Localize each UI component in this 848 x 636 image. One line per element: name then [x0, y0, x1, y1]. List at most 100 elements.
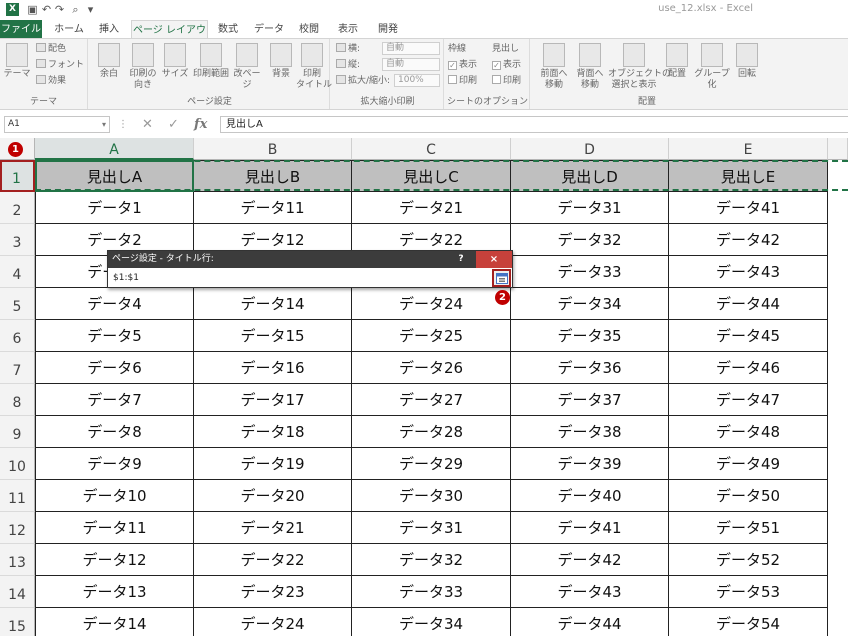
fonts-button[interactable]: フォント — [36, 59, 84, 71]
cell-d13[interactable]: データ42 — [511, 544, 669, 576]
cell-c10[interactable]: データ29 — [352, 448, 511, 480]
cell-e8[interactable]: データ47 — [669, 384, 828, 416]
row-header-10[interactable]: 10 — [0, 448, 35, 480]
column-header-f[interactable] — [828, 138, 848, 160]
cell-a2[interactable]: データ1 — [35, 192, 194, 224]
column-header-b[interactable]: B — [194, 138, 352, 160]
row-header-5[interactable]: 5 — [0, 288, 35, 320]
tab-view[interactable]: 表示 — [332, 20, 364, 39]
formula-input[interactable]: 見出しA — [220, 116, 848, 133]
row-header-2[interactable]: 2 — [0, 192, 35, 224]
tab-formulas[interactable]: 数式 — [212, 20, 244, 39]
undo-icon[interactable]: ↶ — [40, 3, 53, 16]
column-header-d[interactable]: D — [511, 138, 669, 160]
orientation-button[interactable]: 印刷の 向き — [126, 43, 160, 91]
cell-e15[interactable]: データ54 — [669, 608, 828, 636]
cell-c7[interactable]: データ26 — [352, 352, 511, 384]
cell-d8[interactable]: データ37 — [511, 384, 669, 416]
cell-d15[interactable]: データ44 — [511, 608, 669, 636]
dialog-close-button[interactable]: × — [476, 251, 512, 268]
headings-view-checkbox[interactable]: ✓ 表示 — [492, 59, 521, 71]
header-cell-b[interactable]: 見出しB — [194, 160, 352, 192]
cell-c9[interactable]: データ28 — [352, 416, 511, 448]
cell-c2[interactable]: データ21 — [352, 192, 511, 224]
effects-button[interactable]: 効果 — [36, 75, 66, 87]
cell-a7[interactable]: データ6 — [35, 352, 194, 384]
breaks-button[interactable]: 改ページ — [230, 43, 264, 91]
cell-b14[interactable]: データ23 — [194, 576, 352, 608]
chevron-down-icon[interactable]: ▾ — [102, 117, 106, 132]
cell-b7[interactable]: データ16 — [194, 352, 352, 384]
selection-pane-button[interactable]: オブジェクトの 選択と表示 — [608, 43, 671, 91]
cell-c8[interactable]: データ27 — [352, 384, 511, 416]
row-header-11[interactable]: 11 — [0, 480, 35, 512]
cell-e10[interactable]: データ49 — [669, 448, 828, 480]
group-button[interactable]: グループ化 — [692, 43, 732, 91]
tab-insert[interactable]: 挿入 — [92, 20, 126, 39]
size-button[interactable]: サイズ — [160, 43, 190, 80]
cell-e4[interactable]: データ43 — [669, 256, 828, 288]
header-cell-c[interactable]: 見出しC — [352, 160, 511, 192]
cell-e9[interactable]: データ48 — [669, 416, 828, 448]
cell-b12[interactable]: データ21 — [194, 512, 352, 544]
scale-spinner[interactable]: 100% — [394, 74, 440, 87]
cell-c5[interactable]: データ24 — [352, 288, 511, 320]
cell-c13[interactable]: データ32 — [352, 544, 511, 576]
name-box[interactable]: A1 ▾ — [4, 116, 110, 133]
cell-d4[interactable]: データ33 — [511, 256, 669, 288]
cell-a8[interactable]: データ7 — [35, 384, 194, 416]
tab-home[interactable]: ホーム — [48, 20, 90, 39]
cell-e2[interactable]: データ41 — [669, 192, 828, 224]
dialog-help-button[interactable]: ? — [448, 251, 474, 268]
cell-e14[interactable]: データ53 — [669, 576, 828, 608]
print-area-button[interactable]: 印刷範囲 — [192, 43, 230, 80]
gridlines-print-checkbox[interactable]: 印刷 — [448, 75, 477, 87]
column-header-c[interactable]: C — [352, 138, 511, 160]
cell-b8[interactable]: データ17 — [194, 384, 352, 416]
row-header-14[interactable]: 14 — [0, 576, 35, 608]
cell-d12[interactable]: データ41 — [511, 512, 669, 544]
rotate-button[interactable]: 回転 — [732, 43, 762, 80]
cell-a14[interactable]: データ13 — [35, 576, 194, 608]
row-header-1[interactable]: 1 — [0, 160, 35, 192]
cell-b2[interactable]: データ11 — [194, 192, 352, 224]
cell-b9[interactable]: データ18 — [194, 416, 352, 448]
cell-d14[interactable]: データ43 — [511, 576, 669, 608]
cell-a10[interactable]: データ9 — [35, 448, 194, 480]
cell-b10[interactable]: データ19 — [194, 448, 352, 480]
cell-c11[interactable]: データ30 — [352, 480, 511, 512]
expand-dialog-button[interactable] — [492, 269, 511, 287]
cell-d10[interactable]: データ39 — [511, 448, 669, 480]
save-icon[interactable]: ▣ — [26, 3, 39, 16]
print-titles-button[interactable]: 印刷 タイトル — [296, 43, 332, 91]
cell-e12[interactable]: データ51 — [669, 512, 828, 544]
tab-developer[interactable]: 開発 — [372, 20, 404, 39]
cell-a9[interactable]: データ8 — [35, 416, 194, 448]
cell-b6[interactable]: データ15 — [194, 320, 352, 352]
cell-e6[interactable]: データ45 — [669, 320, 828, 352]
cell-d9[interactable]: データ38 — [511, 416, 669, 448]
column-header-a[interactable]: A — [35, 138, 194, 160]
cell-b5[interactable]: データ14 — [194, 288, 352, 320]
cell-d6[interactable]: データ35 — [511, 320, 669, 352]
cell-a11[interactable]: データ10 — [35, 480, 194, 512]
tab-review[interactable]: 校閲 — [294, 20, 324, 39]
width-dropdown[interactable]: 自動 — [382, 42, 440, 55]
headings-print-checkbox[interactable]: 印刷 — [492, 75, 521, 87]
redo-icon[interactable]: ↷ — [53, 3, 66, 16]
cell-a13[interactable]: データ12 — [35, 544, 194, 576]
cell-c12[interactable]: データ31 — [352, 512, 511, 544]
align-button[interactable]: 配置 — [662, 43, 692, 80]
header-cell-d[interactable]: 見出しD — [511, 160, 669, 192]
cell-e7[interactable]: データ46 — [669, 352, 828, 384]
cell-d11[interactable]: データ40 — [511, 480, 669, 512]
cell-e13[interactable]: データ52 — [669, 544, 828, 576]
height-dropdown[interactable]: 自動 — [382, 58, 440, 71]
margins-button[interactable]: 余白 — [94, 43, 124, 80]
header-cell-e[interactable]: 見出しE — [669, 160, 828, 192]
cell-c6[interactable]: データ25 — [352, 320, 511, 352]
cell-d5[interactable]: データ34 — [511, 288, 669, 320]
colors-button[interactable]: 配色 — [36, 43, 66, 55]
row-header-3[interactable]: 3 — [0, 224, 35, 256]
title-rows-input[interactable]: $1:$1 — [109, 270, 487, 287]
